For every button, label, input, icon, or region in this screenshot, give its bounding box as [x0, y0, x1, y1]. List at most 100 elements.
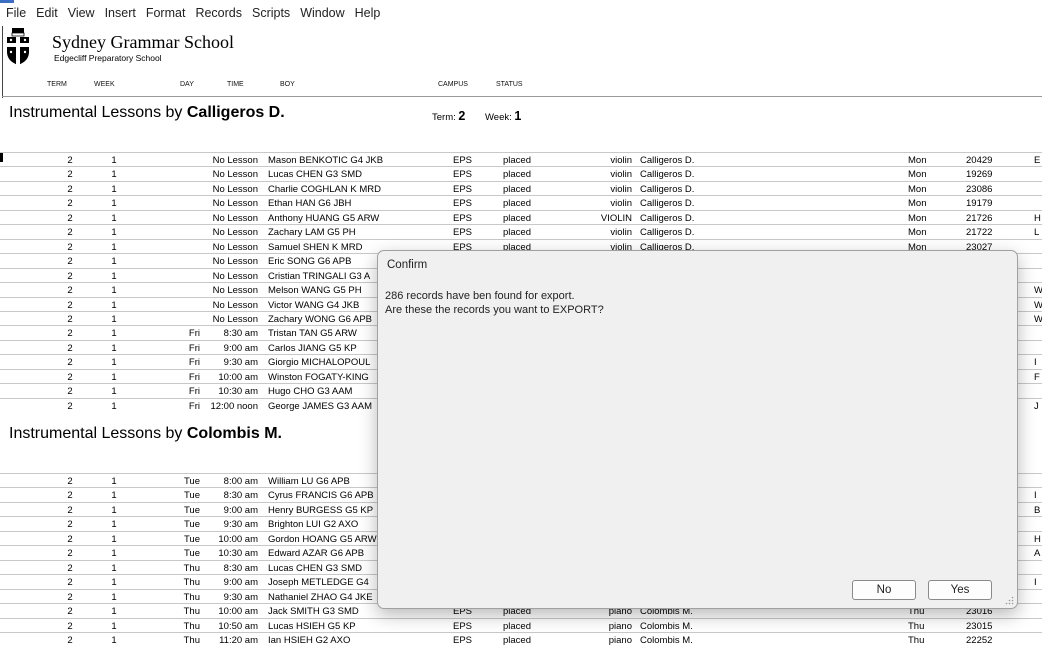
dialog-title: Confirm [387, 259, 428, 271]
cell-week: 1 [111, 169, 117, 181]
cell-extra: W [1034, 285, 1042, 297]
table-row: 2 1 No Lesson Zachary LAM G5 PH EPS placed vio… [0, 224, 1042, 239]
cell-extra: W [1034, 313, 1042, 325]
cell-extra: W [1034, 299, 1042, 311]
cell-term: 2 [67, 342, 73, 354]
menu-item-format[interactable]: Format [146, 6, 186, 20]
col-header-term: TERM [47, 81, 67, 88]
cell-extra: H [1034, 533, 1041, 545]
cell-term: 2 [67, 577, 73, 589]
cell-boy: Hugo CHO G3 AAM [268, 386, 353, 398]
cell-time: No Lesson [212, 227, 258, 239]
cell-time: 9:30 am [223, 591, 258, 603]
section-title-calligeros: Instrumental Lessons by Calligeros D. [9, 104, 285, 122]
cell-day: Thu [183, 562, 200, 574]
menu-item-edit[interactable]: Edit [36, 6, 58, 20]
col-header-time: TIME [227, 81, 244, 88]
week-value: 1 [514, 109, 522, 123]
cell-boy: Brighton LUI G2 AXO [268, 519, 359, 531]
cell-time: No Lesson [212, 299, 258, 311]
cell-boy: Ian HSIEH G2 AXO [268, 634, 351, 645]
cell-status: placed [503, 155, 531, 166]
menu-item-scripts[interactable]: Scripts [252, 6, 290, 20]
menu-item-records[interactable]: Records [195, 6, 242, 20]
cell-code: 19269 [966, 169, 993, 181]
cell-term: 2 [67, 227, 73, 239]
confirm-dialog: Confirm 286 records have ben found for e… [377, 250, 1018, 609]
section-prefix: Instrumental Lessons by [9, 425, 187, 442]
cell-time: No Lesson [212, 256, 258, 268]
cell-week: 1 [111, 606, 117, 618]
cell-inst: piano [608, 634, 632, 645]
cell-inst: violin [610, 155, 632, 166]
cell-boy: Edward AZAR G6 APB [268, 548, 365, 560]
cell-term: 2 [67, 562, 73, 574]
cell-extra: L [1034, 227, 1040, 239]
menu-item-window[interactable]: Window [300, 6, 344, 20]
cell-tday: Mon [908, 169, 927, 181]
cell-term: 2 [67, 299, 73, 311]
cell-term: 2 [67, 606, 73, 618]
no-button[interactable]: No [852, 580, 916, 600]
cell-time: 10:30 am [218, 386, 258, 398]
cell-inst: VIOLIN [600, 212, 632, 224]
cell-inst: violin [610, 198, 632, 210]
cell-campus: EPS [453, 169, 473, 181]
cell-time: No Lesson [212, 270, 258, 282]
cell-week: 1 [111, 342, 117, 354]
menu-item-file[interactable]: File [6, 6, 26, 20]
cell-status: placed [503, 169, 531, 181]
cell-code: 22252 [966, 634, 993, 645]
cell-boy: Anthony HUANG G5 ARW [268, 212, 380, 224]
cell-term: 2 [67, 183, 73, 195]
cell-time: 8:30 am [223, 328, 258, 340]
yes-button[interactable]: Yes [928, 580, 992, 600]
cell-day: Fri [188, 342, 200, 354]
cell-week: 1 [111, 620, 117, 632]
cell-code: 23015 [966, 620, 993, 632]
cell-time: 9:00 am [223, 577, 258, 589]
cell-term: 2 [67, 533, 73, 545]
cell-time: 10:30 am [218, 548, 258, 560]
cell-term: 2 [67, 620, 73, 632]
cell-tday: Mon [908, 198, 927, 210]
cell-day: Tue [183, 519, 200, 531]
resize-grip-icon[interactable] [1005, 596, 1014, 605]
cell-term: 2 [67, 591, 73, 603]
cell-time: 10:50 am [218, 620, 258, 632]
cell-boy: Cristian TRINGALI G3 A [268, 270, 371, 282]
school-crest-icon [7, 28, 29, 65]
cell-term: 2 [67, 504, 73, 516]
menu-item-help[interactable]: Help [355, 6, 381, 20]
menu-item-view[interactable]: View [68, 6, 95, 20]
cell-extra: B [1034, 504, 1041, 516]
table-row: 2 1 Thu 11:20 am Ian HSIEH G2 AXO EPS placed pi… [0, 631, 1042, 645]
cell-teacher: Calligeros D. [640, 155, 695, 166]
cell-time: 10:00 am [218, 606, 258, 618]
cell-campus: EPS [453, 227, 473, 239]
section-teacher: Colombis M. [186, 425, 282, 442]
cell-status: placed [503, 620, 531, 632]
cell-term: 2 [67, 328, 73, 340]
cell-week: 1 [111, 562, 117, 574]
cell-day: Tue [183, 476, 200, 487]
col-header-status: STATUS [496, 81, 523, 88]
section-prefix: Instrumental Lessons by [9, 104, 187, 121]
cell-term: 2 [67, 313, 73, 325]
table-row: 2 1 No Lesson Anthony HUANG G5 ARW EPS placed… [0, 209, 1042, 225]
cell-time: No Lesson [212, 241, 258, 253]
cell-status: placed [503, 183, 531, 195]
cell-day: Tue [183, 533, 200, 545]
school-subtitle: Edgecliff Preparatory School [54, 53, 162, 63]
header-left-rule [2, 26, 3, 98]
cell-teacher: Colombis M. [640, 620, 693, 632]
cell-time: No Lesson [212, 155, 258, 166]
cell-week: 1 [111, 198, 117, 210]
cell-extra: E [1034, 155, 1041, 166]
cell-week: 1 [111, 591, 117, 603]
cell-campus: EPS [453, 155, 473, 166]
cell-week: 1 [111, 155, 117, 166]
cell-term: 2 [67, 371, 73, 383]
cell-boy: Zachary LAM G5 PH [268, 227, 356, 239]
menu-item-insert[interactable]: Insert [105, 6, 136, 20]
